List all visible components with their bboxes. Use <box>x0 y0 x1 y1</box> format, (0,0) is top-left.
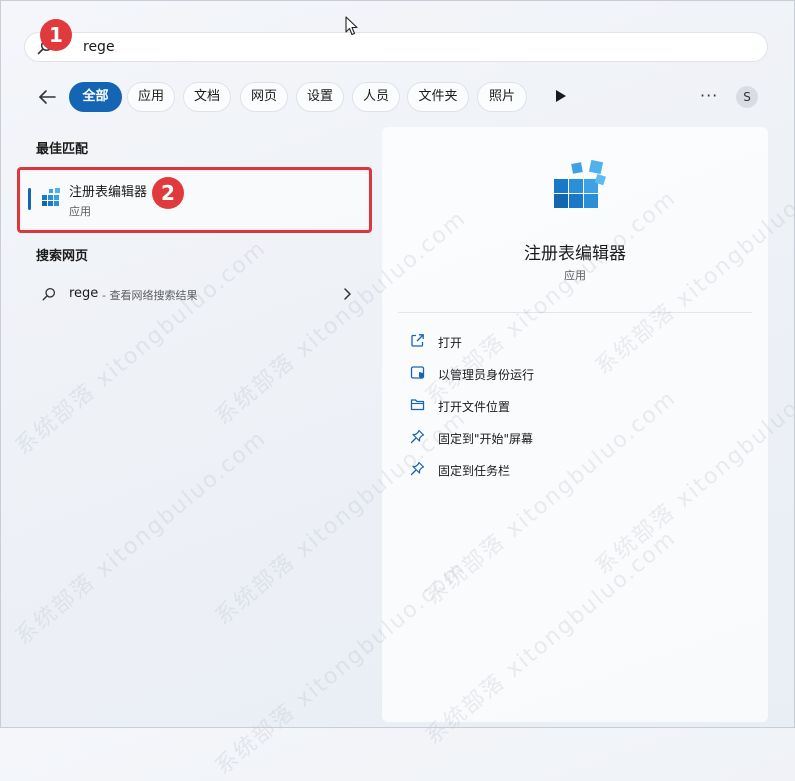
action-open[interactable]: 打开 <box>402 328 742 354</box>
tab-folders[interactable]: 文件夹 <box>407 82 469 112</box>
action-label: 以管理员身份运行 <box>438 368 535 382</box>
action-open-file-location[interactable]: 打开文件位置 <box>402 392 742 418</box>
search-box[interactable]: rege <box>24 32 768 62</box>
action-label: 打开文件位置 <box>438 400 511 414</box>
annotation-badge-2: 2 <box>152 177 184 209</box>
web-search-suffix: - 查看网络搜索结果 <box>102 289 198 302</box>
folder-icon <box>410 399 425 411</box>
chevron-right-icon[interactable] <box>342 287 352 301</box>
web-search-query: rege <box>69 286 99 301</box>
search-input[interactable]: rege <box>83 39 115 55</box>
tab-apps[interactable]: 应用 <box>127 82 175 112</box>
annotation-badge-1: 1 <box>40 19 72 51</box>
search-icon <box>42 287 56 301</box>
action-label: 固定到任务栏 <box>438 464 511 478</box>
watermark: 系统部落 xitongbuluo.com <box>10 235 272 461</box>
action-pin-to-taskbar[interactable]: 固定到任务栏 <box>402 456 742 482</box>
best-match-heading: 最佳匹配 <box>36 142 89 157</box>
tab-settings[interactable]: 设置 <box>296 82 344 112</box>
open-external-icon <box>411 334 424 347</box>
admin-shield-icon <box>410 366 425 379</box>
more-options-button[interactable]: ··· <box>700 86 718 105</box>
action-pin-to-start[interactable]: 固定到"开始"屏幕 <box>402 424 742 450</box>
divider <box>398 312 752 313</box>
back-arrow-icon[interactable] <box>36 86 58 108</box>
avatar[interactable]: S <box>736 86 758 108</box>
registry-editor-icon <box>554 159 606 208</box>
web-search-heading: 搜索网页 <box>36 249 89 264</box>
tab-photos[interactable]: 照片 <box>477 82 527 112</box>
detail-app-name: 注册表编辑器 <box>524 244 626 264</box>
pin-icon <box>410 461 425 476</box>
tab-people[interactable]: 人员 <box>352 82 400 112</box>
tab-all[interactable]: 全部 <box>69 82 122 112</box>
pin-icon <box>410 429 425 444</box>
mouse-cursor-icon <box>345 16 358 36</box>
action-run-as-admin[interactable]: 以管理员身份运行 <box>402 360 742 386</box>
web-search-item[interactable]: rege - 查看网络搜索结果 <box>22 280 368 308</box>
annotation-highlight-box <box>17 167 372 233</box>
scroll-right-icon[interactable] <box>555 89 567 103</box>
tab-web[interactable]: 网页 <box>240 82 288 112</box>
watermark: 系统部落 xitongbuluo.com <box>10 425 272 651</box>
action-label: 固定到"开始"屏幕 <box>438 432 534 446</box>
action-label: 打开 <box>438 336 463 350</box>
detail-app-type: 应用 <box>564 269 586 282</box>
tab-documents[interactable]: 文档 <box>183 82 231 112</box>
detail-panel: 注册表编辑器 应用 打开 以管理员身份运行 打开文件位置 固定到"开始"屏幕 固… <box>382 127 768 722</box>
